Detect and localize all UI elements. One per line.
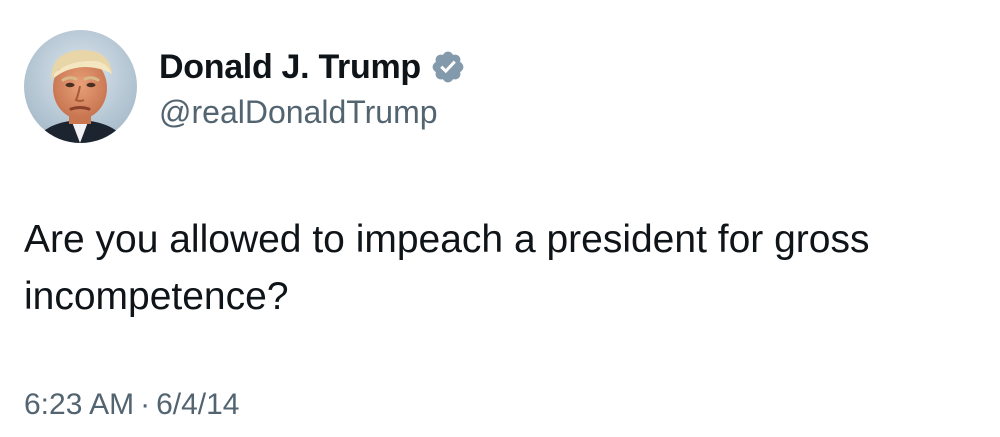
author-name-row: Donald J. Trump (159, 44, 466, 90)
author-avatar[interactable] (24, 30, 137, 143)
verified-badge-icon[interactable] (430, 49, 466, 85)
tweet-time: 6:23 AM (24, 388, 135, 421)
author-display-name[interactable]: Donald J. Trump (159, 48, 421, 87)
author-handle[interactable]: @realDonaldTrump (159, 94, 438, 131)
tweet-date: 6/4/14 (156, 388, 240, 421)
tweet-timestamp[interactable]: 6:23 AM · 6/4/14 (24, 388, 240, 422)
avatar-image (24, 30, 137, 143)
tweet-card: Donald J. Trump @realDonaldTrump Are you… (0, 0, 1000, 437)
tweet-body-text: Are you allowed to impeach a president f… (24, 218, 870, 318)
meta-separator: · (140, 388, 151, 421)
